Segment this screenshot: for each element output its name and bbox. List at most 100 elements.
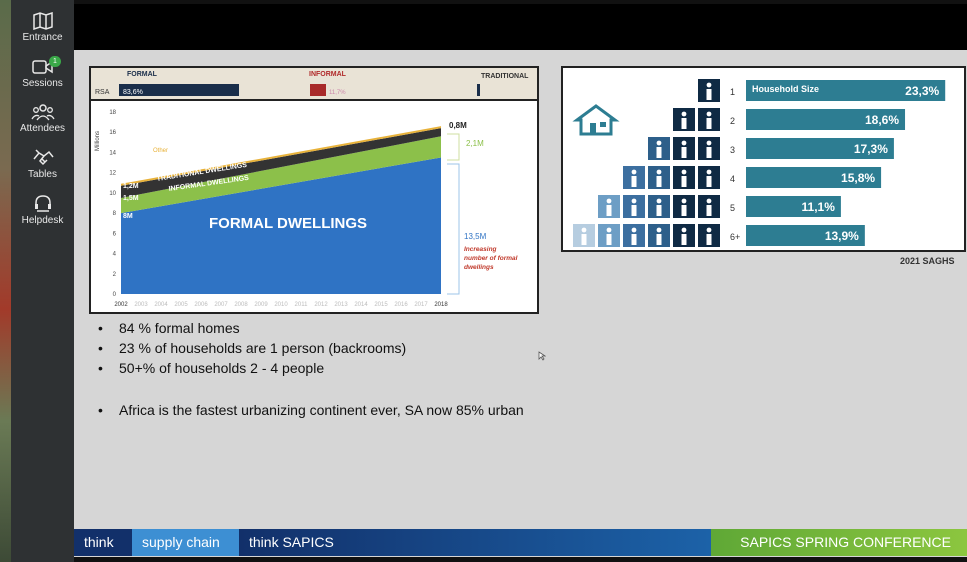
person-body <box>631 205 637 216</box>
sidebar-item-entrance[interactable]: Entrance <box>11 12 74 43</box>
household-size-panel: 1 23,3% 2 18,6% 3 17,3% 4 15,8% 5 11,1% 6+ 13,9% Hou… <box>561 66 966 252</box>
household-size-value: 13,9% <box>825 229 859 243</box>
y-tick-label: 16 <box>109 130 116 136</box>
bullet-text: 50+% of households 2 - 4 people <box>119 360 325 376</box>
sidebar: Entrance 1 Sessions Attendees Tables Hel… <box>11 0 74 562</box>
person-icon <box>706 140 712 146</box>
bullet-point: • <box>98 320 103 336</box>
headset-icon <box>34 195 51 212</box>
informal-share-value: 11,7% <box>329 90 346 96</box>
y-axis-label: Millions <box>95 131 101 151</box>
formal-growth-note: dwellings <box>464 264 494 271</box>
formal-band-label: FORMAL DWELLINGS <box>209 215 367 232</box>
sidebar-item-attendees[interactable]: Attendees <box>11 103 74 134</box>
x-tick-label: 2006 <box>194 302 208 308</box>
other-label: Other <box>153 148 168 154</box>
start-informal-value: 1,5M <box>123 195 139 202</box>
dwellings-chart-panel: FORMAL INFORMAL TRADITIONAL RSA 83,6% 11… <box>89 66 539 314</box>
bullet-text: 84 % formal homes <box>119 320 240 336</box>
person-icon <box>656 169 662 175</box>
person-icon <box>581 227 587 233</box>
person-icon <box>681 227 687 233</box>
formal-growth-note: Increasing <box>464 246 497 253</box>
banner-think: think <box>74 529 132 556</box>
household-size-title: Household Size <box>752 84 819 94</box>
person-icon <box>681 169 687 175</box>
source-label: 2021 SAGHS <box>900 256 955 266</box>
bullet-text: Africa is the fastest urbanizing contine… <box>119 402 524 418</box>
x-tick-label: 2007 <box>214 302 228 308</box>
person-body <box>681 234 687 245</box>
sidebar-item-tables[interactable]: Tables <box>11 149 74 180</box>
person-body <box>581 234 587 245</box>
stage-header-bar <box>74 4 967 50</box>
presentation-stage: FORMAL INFORMAL TRADITIONAL RSA 83,6% 11… <box>74 4 967 557</box>
person-icon <box>706 169 712 175</box>
x-tick-label: 2011 <box>295 302 309 308</box>
person-body <box>706 234 712 245</box>
household-size-value: 23,3% <box>905 84 939 98</box>
end-informal-value: 2,1M <box>466 139 484 148</box>
person-icon <box>681 140 687 146</box>
formal-growth-note: number of formal <box>464 255 518 262</box>
x-tick-label: 2003 <box>134 302 148 308</box>
conference-banner: think supply chain think SAPICS SAPICS S… <box>74 529 967 556</box>
x-tick-label: 2008 <box>234 302 248 308</box>
person-body <box>681 147 687 158</box>
y-tick-label: 14 <box>109 150 116 156</box>
banner-think-sapics: think SAPICS <box>239 529 711 556</box>
person-body <box>656 176 662 187</box>
x-tick-label: 2013 <box>334 302 348 308</box>
person-icon <box>706 111 712 117</box>
bullet-text: 23 % of households are 1 person (backroo… <box>119 340 407 356</box>
map-icon <box>32 12 53 30</box>
household-size-category: 3 <box>730 145 735 155</box>
x-tick-label: 2016 <box>394 302 408 308</box>
y-tick-label: 0 <box>113 292 117 298</box>
sidebar-item-sessions[interactable]: 1 Sessions <box>11 56 74 89</box>
y-tick-label: 10 <box>109 191 116 197</box>
background-photo-strip <box>0 0 11 562</box>
person-body <box>631 234 637 245</box>
person-icon <box>631 169 637 175</box>
person-body <box>681 205 687 216</box>
person-body <box>606 205 612 216</box>
informal-share-bar <box>310 84 326 96</box>
person-icon <box>706 227 712 233</box>
x-tick-label: 2014 <box>354 302 368 308</box>
person-icon <box>606 198 612 204</box>
rsa-label: RSA <box>95 89 110 96</box>
start-formal-value: 8M <box>123 213 133 220</box>
end-formal-value: 13,5M <box>464 232 487 241</box>
sidebar-item-label: Sessions <box>22 78 63 89</box>
person-body <box>681 176 687 187</box>
formal-header: FORMAL <box>127 71 158 78</box>
household-size-category: 5 <box>730 203 735 213</box>
bullet-point: • <box>98 402 103 418</box>
informal-header: INFORMAL <box>309 71 347 78</box>
x-tick-label: 2002 <box>114 302 128 308</box>
person-body <box>706 205 712 216</box>
mouse-cursor-icon <box>538 351 546 361</box>
household-bars: 1 23,3% 2 18,6% 3 17,3% 4 15,8% 5 11,1% 6+ 13,9% Hou… <box>573 79 946 247</box>
handshake-icon <box>32 149 54 166</box>
x-tick-label: 2010 <box>274 302 288 308</box>
household-size-value: 18,6% <box>865 113 899 127</box>
sidebar-item-label: Entrance <box>22 32 63 43</box>
person-body <box>681 118 687 129</box>
person-icon <box>631 198 637 204</box>
sidebar-item-label: Helpdesk <box>21 215 64 226</box>
sidebar-item-label: Tables <box>28 169 57 180</box>
start-traditional-value: 1,2M <box>123 183 139 190</box>
people-icon <box>30 104 55 121</box>
person-icon <box>706 82 712 88</box>
household-size-category: 4 <box>730 174 735 184</box>
sidebar-item-label: Attendees <box>19 123 66 134</box>
person-body <box>706 89 712 100</box>
end-traditional-value: 0,8M <box>449 121 467 130</box>
sidebar-item-helpdesk[interactable]: Helpdesk <box>11 195 74 226</box>
formal-bracket <box>447 163 460 295</box>
sessions-count-badge: 1 <box>49 56 61 67</box>
x-tick-label: 2009 <box>254 302 268 308</box>
traditional-share-bar <box>477 84 480 96</box>
